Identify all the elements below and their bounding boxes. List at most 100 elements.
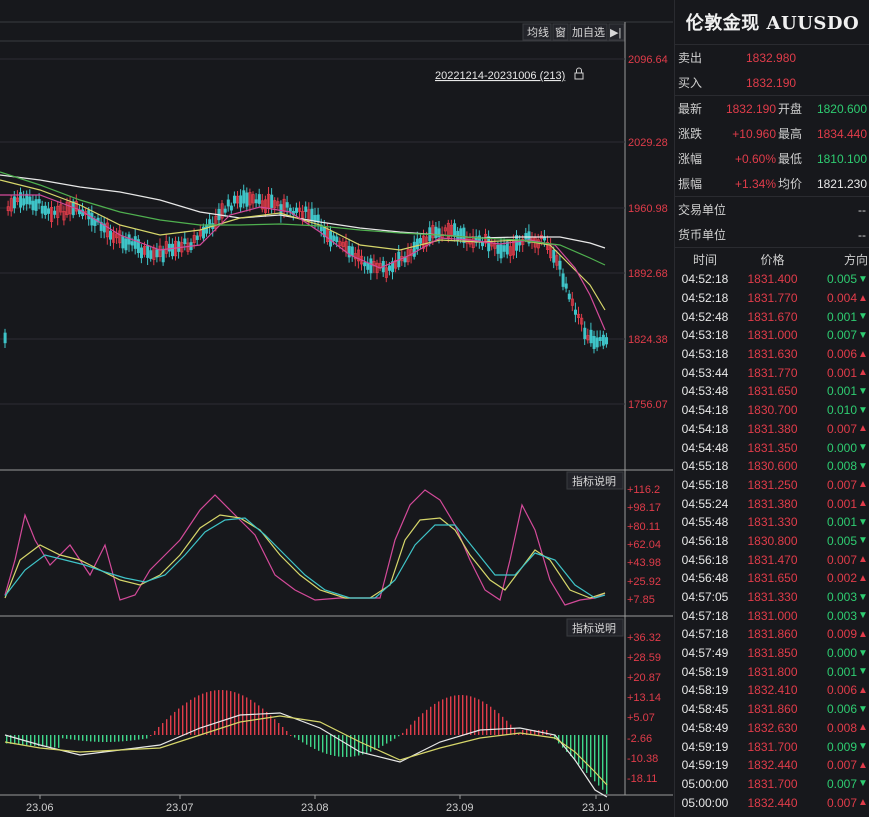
time-header: 时间 xyxy=(692,252,717,267)
macd-bar xyxy=(178,708,180,735)
macd-bar xyxy=(314,735,316,749)
tick-volume: 0.001 xyxy=(826,309,857,324)
macd-tick-label: -2.66 xyxy=(627,733,652,745)
candle-body xyxy=(329,230,333,247)
macd-bar xyxy=(598,735,600,786)
macd-bar xyxy=(50,735,52,748)
tick-row: 04:54:18 1831.380 0.007 ▲ xyxy=(675,420,869,439)
tick-time: 04:57:49 xyxy=(681,646,729,661)
candle-body xyxy=(34,199,38,211)
tick-volume: 0.003 xyxy=(826,608,857,623)
stat-value: 1832.190 xyxy=(725,101,776,116)
candle-body xyxy=(28,196,32,205)
macd-tick-label: -10.38 xyxy=(627,753,658,765)
tick-row: 04:57:49 1831.850 0.000 ▼ xyxy=(675,644,869,663)
arrow-down-icon: ▼ xyxy=(858,516,868,528)
macd-tick-label: +36.32 xyxy=(627,632,661,644)
macd-bar xyxy=(510,724,512,735)
tick-price: 1832.630 xyxy=(747,720,798,735)
candle-body xyxy=(480,242,484,247)
arrow-down-icon: ▼ xyxy=(858,460,868,472)
tick-list[interactable]: 04:52:18 1831.400 0.005 ▼ 04:52:18 1831.770 0.… xyxy=(675,270,869,812)
tick-price: 1831.770 xyxy=(747,291,798,306)
tick-price: 1832.440 xyxy=(747,795,798,810)
tick-price: 1831.630 xyxy=(747,347,798,362)
price-tick-label: 1824.38 xyxy=(628,334,668,346)
add-watchlist-button[interactable]: 加自选 xyxy=(572,26,605,39)
tick-volume: 0.010 xyxy=(826,403,857,418)
macd-bar xyxy=(446,697,448,735)
candle-body xyxy=(3,332,7,344)
candle-body xyxy=(161,248,165,263)
macd-bar xyxy=(46,735,48,747)
tick-row: 04:58:45 1831.860 0.006 ▼ xyxy=(675,700,869,719)
kdj-tick-label: +25.92 xyxy=(627,576,661,588)
candle-body xyxy=(155,249,159,258)
tick-row: 04:55:18 1831.250 0.007 ▲ xyxy=(675,476,869,495)
tick-volume: 0.007 xyxy=(826,795,857,810)
macd-bar xyxy=(26,735,28,746)
date-tick-label: 23.08 xyxy=(301,802,329,814)
candle-body xyxy=(242,190,246,204)
tick-time: 04:54:48 xyxy=(681,440,729,455)
candle-body xyxy=(499,244,503,259)
quote-panel: 伦敦金现 AUUSDO 卖出 1832.980 买入 1832.190 最新 18… xyxy=(674,0,869,817)
tick-price: 1831.800 xyxy=(747,664,798,679)
trade-unit-value: -- xyxy=(858,202,866,217)
window-button[interactable]: 窗 xyxy=(555,25,566,39)
tick-volume: 0.000 xyxy=(826,440,857,455)
candle-body xyxy=(366,262,370,270)
candle-body xyxy=(37,199,41,204)
tick-volume: 0.005 xyxy=(826,533,857,548)
tick-row: 04:55:48 1831.330 0.001 ▼ xyxy=(675,513,869,532)
candle-body xyxy=(524,233,528,240)
arrow-up-icon: ▲ xyxy=(858,554,868,566)
arrow-up-icon: ▲ xyxy=(858,797,868,809)
tick-volume: 0.001 xyxy=(826,365,857,380)
macd-bar xyxy=(66,735,68,739)
tick-price: 1831.650 xyxy=(747,571,798,586)
macd-bar xyxy=(466,695,468,735)
chart-area[interactable]: 均线 窗 加自选 ▶| 20221214-20231006 (213) 指标说明… xyxy=(0,0,673,817)
macd-bar xyxy=(134,735,136,741)
macd-indicator-help-button[interactable]: 指标说明 xyxy=(572,621,616,635)
candle-body xyxy=(583,327,587,340)
arrow-up-icon: ▲ xyxy=(858,628,868,640)
macd-bar xyxy=(406,728,408,735)
macd-bar xyxy=(98,735,100,742)
tick-time: 04:55:18 xyxy=(681,459,729,474)
arrow-up-icon: ▲ xyxy=(858,292,868,304)
stat-value: +1.34% xyxy=(734,176,776,191)
candle-body xyxy=(195,235,199,240)
candle-body xyxy=(288,207,292,212)
tick-time: 04:53:48 xyxy=(681,384,729,399)
macd-bar xyxy=(86,735,88,742)
price-tick-label: 1756.07 xyxy=(628,399,668,411)
candle-body xyxy=(47,208,51,214)
macd-bar xyxy=(190,699,192,735)
macd-bar xyxy=(354,735,356,757)
tick-time: 04:52:48 xyxy=(681,309,729,324)
tick-row: 04:57:18 1831.860 0.009 ▲ xyxy=(675,625,869,644)
candle-body xyxy=(363,262,367,267)
kline-chart[interactable]: 均线 窗 加自选 ▶| 20221214-20231006 (213) 指标说明… xyxy=(0,0,673,817)
tick-volume: 0.005 xyxy=(826,272,857,287)
candle-body xyxy=(245,192,249,207)
arrow-down-icon: ▼ xyxy=(858,610,868,622)
candle-body xyxy=(254,199,258,204)
macd-tick-label: -18.11 xyxy=(627,773,657,785)
tick-row: 04:59:19 1832.440 0.007 ▲ xyxy=(675,756,869,775)
candle-body xyxy=(232,195,236,204)
date-range-label[interactable]: 20221214-20231006 (213) xyxy=(435,70,565,82)
kdj-indicator-help-button[interactable]: 指标说明 xyxy=(572,474,616,488)
arrow-down-icon: ▼ xyxy=(858,591,868,603)
macd-bar xyxy=(138,735,140,740)
macd-bar xyxy=(394,735,396,739)
macd-bar xyxy=(458,695,460,735)
candle-body xyxy=(90,212,94,226)
macd-bar xyxy=(422,713,424,735)
arrow-down-icon: ▼ xyxy=(858,273,868,285)
tick-volume: 0.007 xyxy=(826,477,857,492)
collapse-arrow-icon[interactable]: ▶| xyxy=(610,27,621,39)
ma-button[interactable]: 均线 xyxy=(527,25,549,39)
